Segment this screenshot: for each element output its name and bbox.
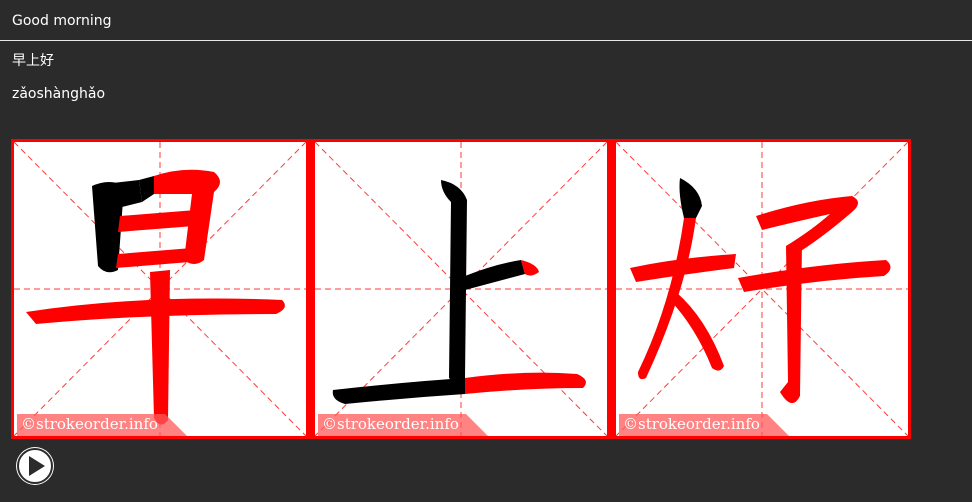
watermark-text: ©strokeorder.info: [21, 415, 158, 433]
divider: [0, 40, 972, 41]
watermark-badge: ©strokeorder.info: [318, 414, 488, 436]
stroke-diagram-zao: [14, 142, 306, 436]
watermark-badge: ©strokeorder.info: [17, 414, 187, 436]
watermark-text: ©strokeorder.info: [322, 415, 459, 433]
stroke-cell-shang: ©strokeorder.info: [315, 142, 607, 436]
stroke-diagram-shang: [315, 142, 607, 436]
play-icon: [17, 448, 53, 484]
stroke-diagram-hao: [616, 142, 908, 436]
page-title: Good morning: [12, 13, 112, 29]
watermark-badge: ©strokeorder.info: [619, 414, 789, 436]
stroke-cell-zao: ©strokeorder.info: [14, 142, 306, 436]
watermark-text: ©strokeorder.info: [623, 415, 760, 433]
stroke-order-panel: ©strokeorder.info ©strokeorder.info ©str…: [11, 139, 911, 439]
stroke-cell-hao: ©strokeorder.info: [616, 142, 908, 436]
word-characters: 早上好: [12, 53, 54, 69]
word-pinyin: zǎoshànghǎo: [12, 86, 106, 102]
play-button[interactable]: [16, 447, 54, 485]
